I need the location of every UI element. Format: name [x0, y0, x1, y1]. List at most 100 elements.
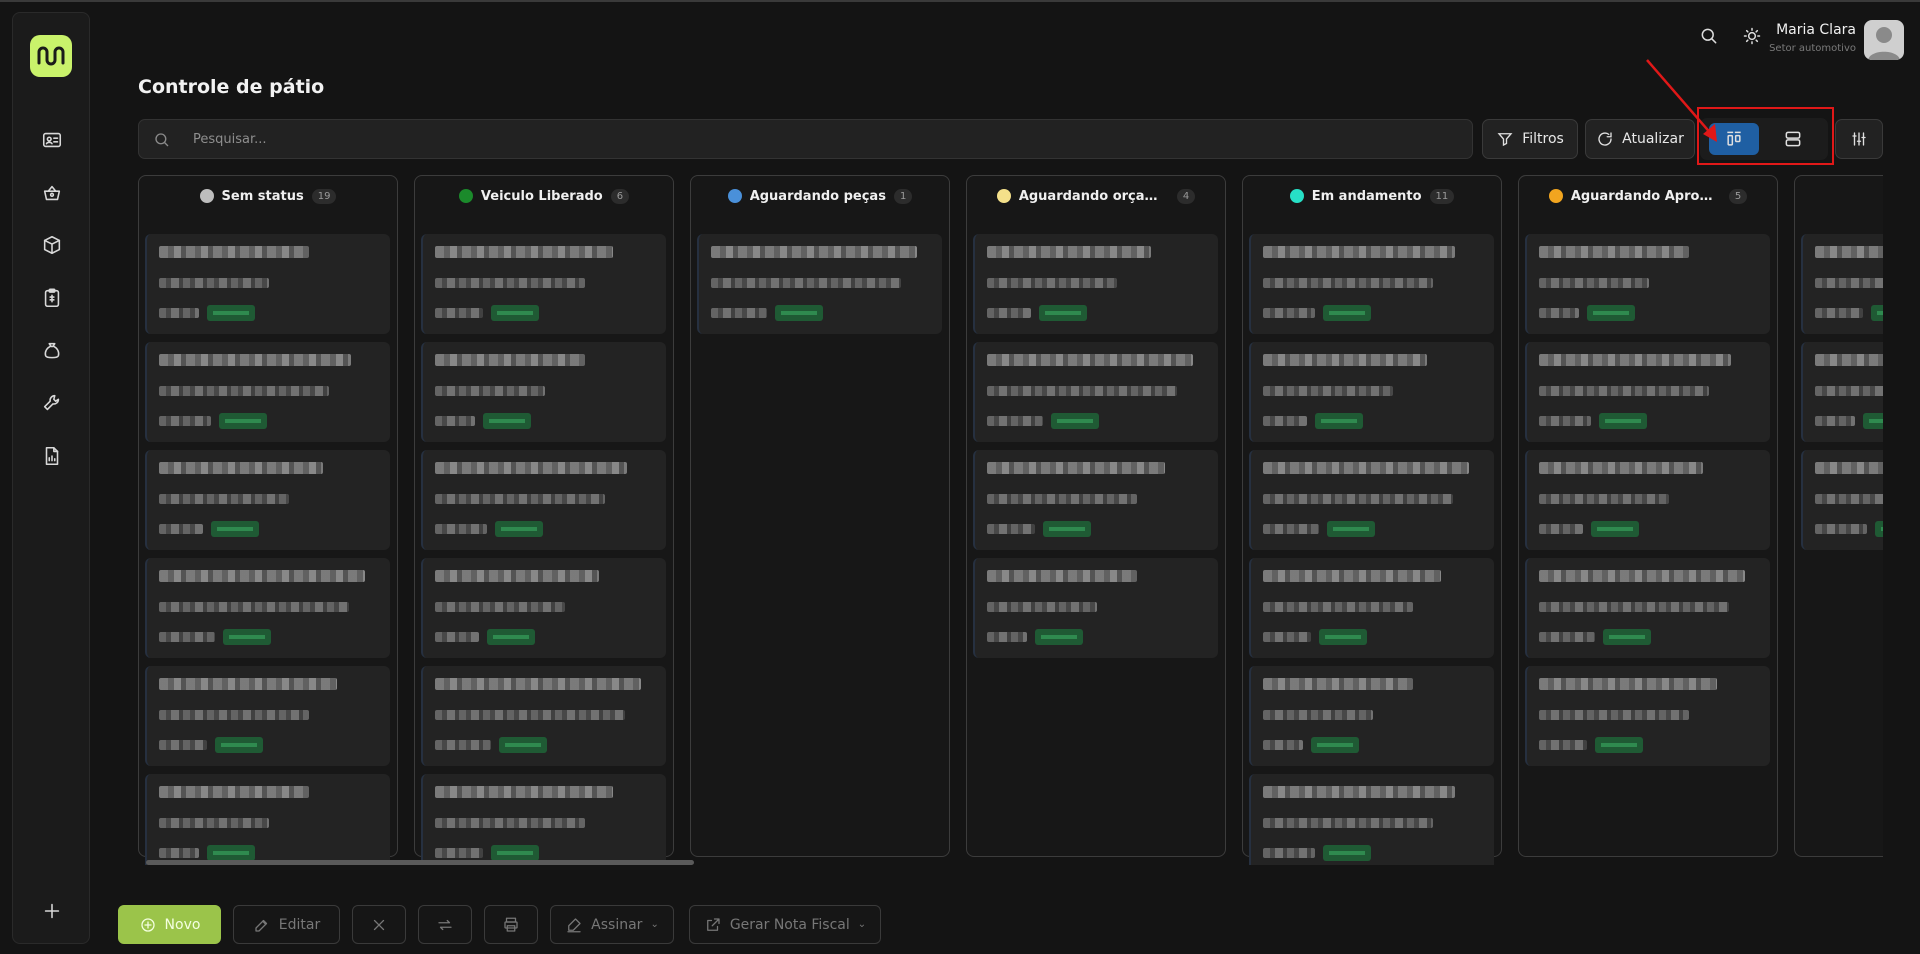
card-title-redacted — [159, 570, 365, 582]
search-bar — [138, 119, 1473, 159]
kanban-card[interactable] — [1525, 666, 1770, 766]
card-title-redacted — [435, 570, 599, 582]
card-meta-redacted — [435, 632, 479, 642]
card-title-redacted — [159, 354, 351, 366]
sidebar — [12, 12, 90, 944]
kanban-column — [1794, 175, 1883, 857]
card-title-redacted — [711, 246, 917, 258]
kanban-card[interactable] — [1525, 450, 1770, 550]
search-input[interactable] — [193, 120, 1393, 158]
theme-sun-icon[interactable] — [1742, 26, 1764, 48]
kanban-card[interactable] — [421, 234, 666, 334]
avatar[interactable] — [1864, 20, 1904, 60]
status-dot-icon — [996, 189, 1011, 203]
kanban-card[interactable] — [973, 234, 1218, 334]
kanban-card[interactable] — [421, 774, 666, 865]
kanban-card[interactable] — [1249, 234, 1494, 334]
print-button[interactable] — [484, 905, 538, 944]
report-icon[interactable] — [40, 444, 64, 468]
kanban-card[interactable] — [145, 342, 390, 442]
card-title-redacted — [1263, 462, 1469, 474]
column-header[interactable]: Aguardando Aprovaç... 5 — [1519, 176, 1777, 216]
kanban-card[interactable] — [1249, 666, 1494, 766]
kanban-card[interactable] — [1801, 450, 1883, 550]
basket-icon[interactable] — [40, 181, 64, 205]
kanban-card[interactable] — [1249, 450, 1494, 550]
card-status-tag — [207, 305, 255, 321]
new-button[interactable]: Novo — [118, 905, 221, 944]
column-title: Aguardando orçame... — [1018, 188, 1169, 204]
card-meta-redacted — [1815, 416, 1855, 426]
money-bag-icon[interactable] — [40, 339, 64, 363]
sign-button[interactable]: Assinar ⌄ — [550, 905, 674, 944]
column-header[interactable]: Sem status 19 — [139, 176, 397, 216]
card-title-redacted — [1815, 462, 1883, 474]
filters-button[interactable]: Filtros — [1482, 119, 1578, 159]
kanban-card[interactable] — [421, 450, 666, 550]
card-meta-redacted — [1815, 524, 1867, 534]
column-header[interactable]: Em andamento 11 — [1243, 176, 1501, 216]
kanban-card[interactable] — [145, 234, 390, 334]
delete-button[interactable] — [352, 905, 406, 944]
kanban-card[interactable] — [1525, 234, 1770, 334]
kanban-card[interactable] — [973, 450, 1218, 550]
card-title-redacted — [987, 570, 1137, 582]
kanban-card[interactable] — [145, 666, 390, 766]
kanban-card[interactable] — [421, 342, 666, 442]
edit-button[interactable]: Editar — [233, 905, 340, 944]
card-status-tag — [1599, 413, 1647, 429]
search-icon[interactable] — [1699, 26, 1721, 48]
kanban-card[interactable] — [145, 774, 390, 865]
kanban-card[interactable] — [421, 558, 666, 658]
kanban-card[interactable] — [145, 450, 390, 550]
kanban-card[interactable] — [973, 558, 1218, 658]
kanban-card[interactable] — [1249, 774, 1494, 865]
kanban-card[interactable] — [1525, 558, 1770, 658]
kanban-card[interactable] — [145, 558, 390, 658]
kanban-card[interactable] — [1801, 234, 1883, 334]
scrollbar-thumb[interactable] — [146, 860, 694, 865]
card-detail-redacted — [435, 818, 585, 828]
column-header[interactable]: Aguardando orçame... 4 — [967, 176, 1225, 216]
card-detail-redacted — [435, 386, 545, 396]
card-meta-redacted — [435, 416, 475, 426]
kanban-card[interactable] — [1249, 342, 1494, 442]
card-title-redacted — [1539, 570, 1745, 582]
board-horizontal-scrollbar[interactable] — [138, 860, 1883, 866]
kanban-card[interactable] — [1249, 558, 1494, 658]
invoice-button[interactable]: Gerar Nota Fiscal ⌄ — [689, 905, 881, 944]
kanban-card[interactable] — [697, 234, 942, 334]
card-title-redacted — [435, 354, 585, 366]
clipboard-icon[interactable] — [40, 286, 64, 310]
kanban-card[interactable] — [1525, 342, 1770, 442]
wrench-icon[interactable] — [40, 391, 64, 415]
card-status-tag — [1315, 413, 1363, 429]
settings-sliders-button[interactable] — [1835, 119, 1883, 159]
card-detail-redacted — [159, 818, 269, 828]
search-icon — [155, 133, 169, 147]
column-header[interactable]: Veiculo Liberado 6 — [415, 176, 673, 216]
card-meta-redacted — [1539, 524, 1583, 534]
card-status-tag — [223, 629, 271, 645]
card-detail-redacted — [435, 494, 605, 504]
card-status-tag — [1319, 629, 1367, 645]
kanban-card[interactable] — [1801, 342, 1883, 442]
kanban-card[interactable] — [973, 342, 1218, 442]
card-title-redacted — [159, 678, 337, 690]
transfer-button[interactable] — [418, 905, 472, 944]
plus-icon[interactable] — [40, 899, 64, 923]
card-detail-redacted — [987, 386, 1177, 396]
card-status-tag — [1327, 521, 1375, 537]
card-title-redacted — [1539, 678, 1717, 690]
column-header[interactable] — [1795, 176, 1883, 216]
id-card-icon[interactable] — [40, 128, 64, 152]
box-icon[interactable] — [40, 233, 64, 257]
column-title: Veiculo Liberado — [480, 188, 603, 204]
refresh-icon — [1598, 132, 1612, 146]
column-header[interactable]: Aguardando peças 1 — [691, 176, 949, 216]
app-logo[interactable] — [30, 35, 72, 77]
card-status-tag — [491, 305, 539, 321]
kanban-card[interactable] — [421, 666, 666, 766]
card-status-tag — [1043, 521, 1091, 537]
card-meta-redacted — [159, 740, 207, 750]
